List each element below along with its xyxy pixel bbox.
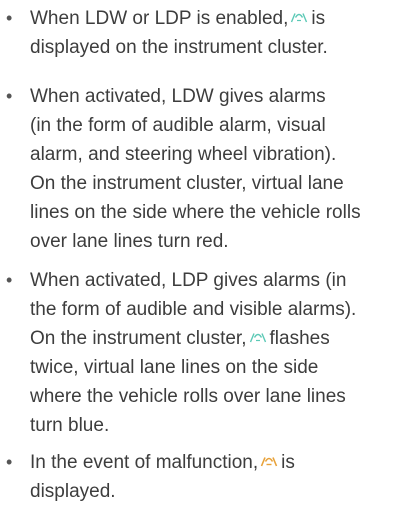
- text-span: is: [311, 8, 326, 29]
- text-line: alarm, and steering wheel vibration).: [30, 144, 337, 165]
- text-line: When activated, LDP gives alarms (in: [30, 270, 347, 291]
- list-item-text: When activated, LDP gives alarms (in the…: [30, 266, 418, 440]
- lane-departure-icon-green: [290, 11, 308, 23]
- text-line: over lane lines turn red.: [30, 231, 229, 252]
- lane-departure-icon-amber: [260, 455, 278, 467]
- text-line: displayed.: [30, 481, 116, 502]
- text-line: lines on the side where the vehicle roll…: [30, 202, 361, 223]
- list-item-text: In the event of malfunction, is displayed…: [30, 448, 418, 506]
- document-body: • When LDW or LDP is enabled, is displaye…: [0, 0, 420, 510]
- text-line: (in the form of audible alarm, visual: [30, 115, 326, 136]
- text-span: flashes: [269, 328, 330, 349]
- text-line: twice, virtual lane lines on the side: [30, 357, 319, 378]
- bullet: •: [6, 452, 13, 472]
- text-span: On the instrument cluster,: [30, 328, 247, 349]
- text-line: turn blue.: [30, 415, 110, 436]
- text-line: When activated, LDW gives alarms: [30, 86, 326, 107]
- text-line: On the instrument cluster, flashes: [30, 324, 418, 353]
- text-line: the form of audible and visible alarms).: [30, 299, 357, 320]
- text-span: When LDW or LDP is enabled,: [30, 8, 289, 29]
- list-item-text: When activated, LDW gives alarms (in the…: [30, 82, 418, 256]
- list-item-text: When LDW or LDP is enabled, is displayed …: [30, 4, 418, 62]
- text-line: In the event of malfunction, is: [30, 448, 418, 477]
- bullet: •: [6, 8, 13, 28]
- text-line: where the vehicle rolls over lane lines: [30, 386, 346, 407]
- text-span: In the event of malfunction,: [30, 452, 259, 473]
- lane-departure-icon-green: [249, 331, 267, 343]
- bullet: •: [6, 86, 13, 106]
- bullet: •: [6, 270, 13, 290]
- text-line: When LDW or LDP is enabled, is: [30, 4, 418, 33]
- text-span: is: [281, 452, 295, 473]
- text-line: displayed on the instrument cluster.: [30, 37, 328, 58]
- text-line: On the instrument cluster, virtual lane: [30, 173, 344, 194]
